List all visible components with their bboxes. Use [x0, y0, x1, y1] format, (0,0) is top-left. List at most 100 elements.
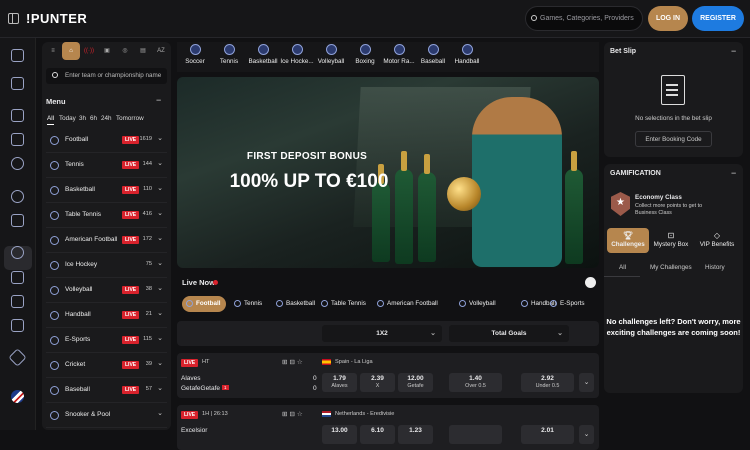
- sport-tab-4[interactable]: Volleyball: [313, 42, 349, 65]
- market-select-total-goals[interactable]: Total Goals ⌄: [449, 325, 569, 342]
- sport-row-baseball[interactable]: Baseball LIVE 57 ⌄: [46, 378, 167, 403]
- rewards-icon[interactable]: [11, 246, 24, 259]
- filter-6h[interactable]: 6h: [90, 115, 97, 122]
- odds-button[interactable]: 13.00: [322, 425, 357, 444]
- sport-row-tennis[interactable]: Tennis LIVE 144 ⌄: [46, 153, 167, 178]
- sport-row-volleyball[interactable]: Volleyball LIVE 38 ⌄: [46, 278, 167, 303]
- sport-tab-0[interactable]: Soccer: [177, 42, 213, 65]
- stats-icon[interactable]: ▤: [134, 42, 152, 60]
- subtab-all[interactable]: All: [619, 264, 626, 271]
- chevron-down-icon[interactable]: ⌄: [157, 409, 163, 417]
- chevron-down-icon[interactable]: ⌄: [157, 259, 163, 267]
- subtab-history[interactable]: History: [705, 264, 725, 271]
- booking-code-button[interactable]: Enter Booking Code: [635, 131, 712, 147]
- chevron-down-icon[interactable]: ⌄: [157, 384, 163, 392]
- match-row[interactable]: LIVE HT ⊞⊟☆ Spain - La Liga Alaves GetafeGeta…: [177, 353, 599, 398]
- chevron-down-icon[interactable]: ⌄: [157, 234, 163, 242]
- odds-button[interactable]: 2.92 Under 0.5: [521, 373, 574, 392]
- logo[interactable]: !PUNTER: [26, 11, 87, 26]
- filter-tomorrow[interactable]: Tomorrow: [116, 115, 144, 122]
- chevron-down-icon[interactable]: ⌄: [157, 309, 163, 317]
- sport-tab-5[interactable]: Boxing: [347, 42, 383, 65]
- live-filter-volleyball[interactable]: Volleyball: [455, 296, 496, 312]
- sport-tab-7[interactable]: Baseball: [415, 42, 451, 65]
- results-icon[interactable]: ◎: [116, 42, 134, 60]
- sport-row-ice-hockey[interactable]: Ice Hockey 75 ⌄: [46, 253, 167, 278]
- chevron-down-icon[interactable]: ⌄: [157, 184, 163, 192]
- sport-tab-8[interactable]: Handball: [449, 42, 485, 65]
- odds-button[interactable]: 2.39 X: [360, 373, 395, 392]
- team-search-input[interactable]: Enter team or championship name: [46, 68, 167, 84]
- filter-today[interactable]: Today: [59, 115, 76, 122]
- tab-challenges[interactable]: 🏆︎ Challenges: [607, 228, 649, 253]
- odds-button[interactable]: [449, 425, 502, 444]
- favorites-icon[interactable]: ⌂: [62, 42, 80, 60]
- sport-row-american-football[interactable]: American Football LIVE 172 ⌄: [46, 228, 167, 253]
- sport-tab-3[interactable]: Ice Hocke...: [279, 42, 315, 65]
- live-icon[interactable]: ((·)): [80, 42, 98, 60]
- jackpot-icon[interactable]: [11, 271, 24, 284]
- vip-icon[interactable]: [8, 348, 27, 367]
- list-icon[interactable]: ≡: [44, 42, 62, 60]
- odds-button[interactable]: 1.40 Over 0.5: [449, 373, 502, 392]
- live-filter-table-tennis[interactable]: Table Tennis: [317, 296, 366, 312]
- soccer-icon[interactable]: [11, 190, 24, 203]
- odds-button[interactable]: 1.23: [398, 425, 433, 444]
- betslip-icon[interactable]: [11, 109, 24, 122]
- more-markets-button[interactable]: ⌄: [579, 373, 594, 392]
- chevron-down-icon[interactable]: ⌄: [157, 134, 163, 142]
- filter-all[interactable]: All: [47, 115, 54, 125]
- sport-row-snooker-pool[interactable]: Snooker & Pool ⌄: [46, 403, 167, 428]
- chevron-down-icon[interactable]: ⌄: [157, 209, 163, 217]
- live-icon[interactable]: [11, 214, 24, 227]
- match-row[interactable]: LIVE 1H | 26:13 ⊞⊟☆ Netherlands - Eredivisi…: [177, 405, 599, 450]
- live-filter-football[interactable]: Football: [182, 296, 226, 312]
- odds-button[interactable]: 1.79 Alaves: [322, 373, 357, 392]
- collapse-icon[interactable]: −: [731, 46, 736, 56]
- language-flag-icon[interactable]: [11, 390, 24, 403]
- chevron-down-icon[interactable]: ⌄: [157, 359, 163, 367]
- promo-banner[interactable]: FIRST DEPOSIT BONUS 100% UP TO €100: [177, 77, 599, 268]
- collapse-icon[interactable]: −: [731, 168, 736, 178]
- more-markets-button[interactable]: ⌄: [579, 425, 594, 444]
- subtab-my-challenges[interactable]: My Challenges: [650, 264, 692, 271]
- sport-row-cricket[interactable]: Cricket LIVE 39 ⌄: [46, 353, 167, 378]
- collapse-icon[interactable]: −: [156, 95, 161, 105]
- sport-tab-2[interactable]: Basketball: [245, 42, 281, 65]
- sport-row-football[interactable]: Football LIVE 1619 ⌄: [46, 128, 167, 153]
- odds-button[interactable]: 12.00 Getafe: [398, 373, 433, 392]
- match-action-icons[interactable]: ⊞⊟☆: [282, 358, 305, 366]
- search-input[interactable]: Games, Categories, Providers: [525, 6, 643, 31]
- live-filter-tennis[interactable]: Tennis: [230, 296, 262, 312]
- soccer-ball-icon[interactable]: [585, 277, 596, 288]
- tournaments-icon[interactable]: [11, 295, 24, 308]
- match-action-icons[interactable]: ⊞⊟☆: [282, 410, 305, 418]
- live-filter-e-sports[interactable]: E-Sports: [546, 296, 585, 312]
- az-sort-tab[interactable]: AZ: [152, 42, 170, 60]
- chevron-down-icon[interactable]: ⌄: [157, 159, 163, 167]
- live-filter-basketball[interactable]: Basketball: [272, 296, 315, 312]
- schedule-icon[interactable]: ▣: [98, 42, 116, 60]
- sport-tab-6[interactable]: Motor Ra...: [381, 42, 417, 65]
- login-button[interactable]: LOG IN: [648, 6, 688, 31]
- sport-row-e-sports[interactable]: E-Sports LIVE 115 ⌄: [46, 328, 167, 353]
- sports-icon[interactable]: [11, 157, 24, 170]
- filter-3h[interactable]: 3h: [79, 115, 86, 122]
- sport-row-handball[interactable]: Handball LIVE 21 ⌄: [46, 303, 167, 328]
- chevron-down-icon[interactable]: ⌄: [157, 284, 163, 292]
- sidebar-toggle-icon[interactable]: [8, 13, 19, 24]
- home-icon[interactable]: [11, 77, 24, 90]
- tab-mystery-box[interactable]: ⊡ Mystery Box: [650, 228, 692, 253]
- sport-tab-1[interactable]: Tennis: [211, 42, 247, 65]
- filter-24h[interactable]: 24h: [101, 115, 112, 122]
- chevron-down-icon[interactable]: ⌄: [157, 334, 163, 342]
- mobile-icon[interactable]: [11, 319, 24, 332]
- market-select-1x2[interactable]: 1X2 ⌄: [322, 325, 442, 342]
- tab-vip-benefits[interactable]: ◇ VIP Benefits: [694, 228, 740, 253]
- live-filter-american-football[interactable]: American Football: [373, 296, 438, 312]
- register-button[interactable]: REGISTER: [692, 6, 744, 31]
- odds-button[interactable]: 2.01: [521, 425, 574, 444]
- sport-row-basketball[interactable]: Basketball LIVE 110 ⌄: [46, 178, 167, 203]
- casino-icon[interactable]: [11, 49, 24, 62]
- promotions-icon[interactable]: [11, 133, 24, 146]
